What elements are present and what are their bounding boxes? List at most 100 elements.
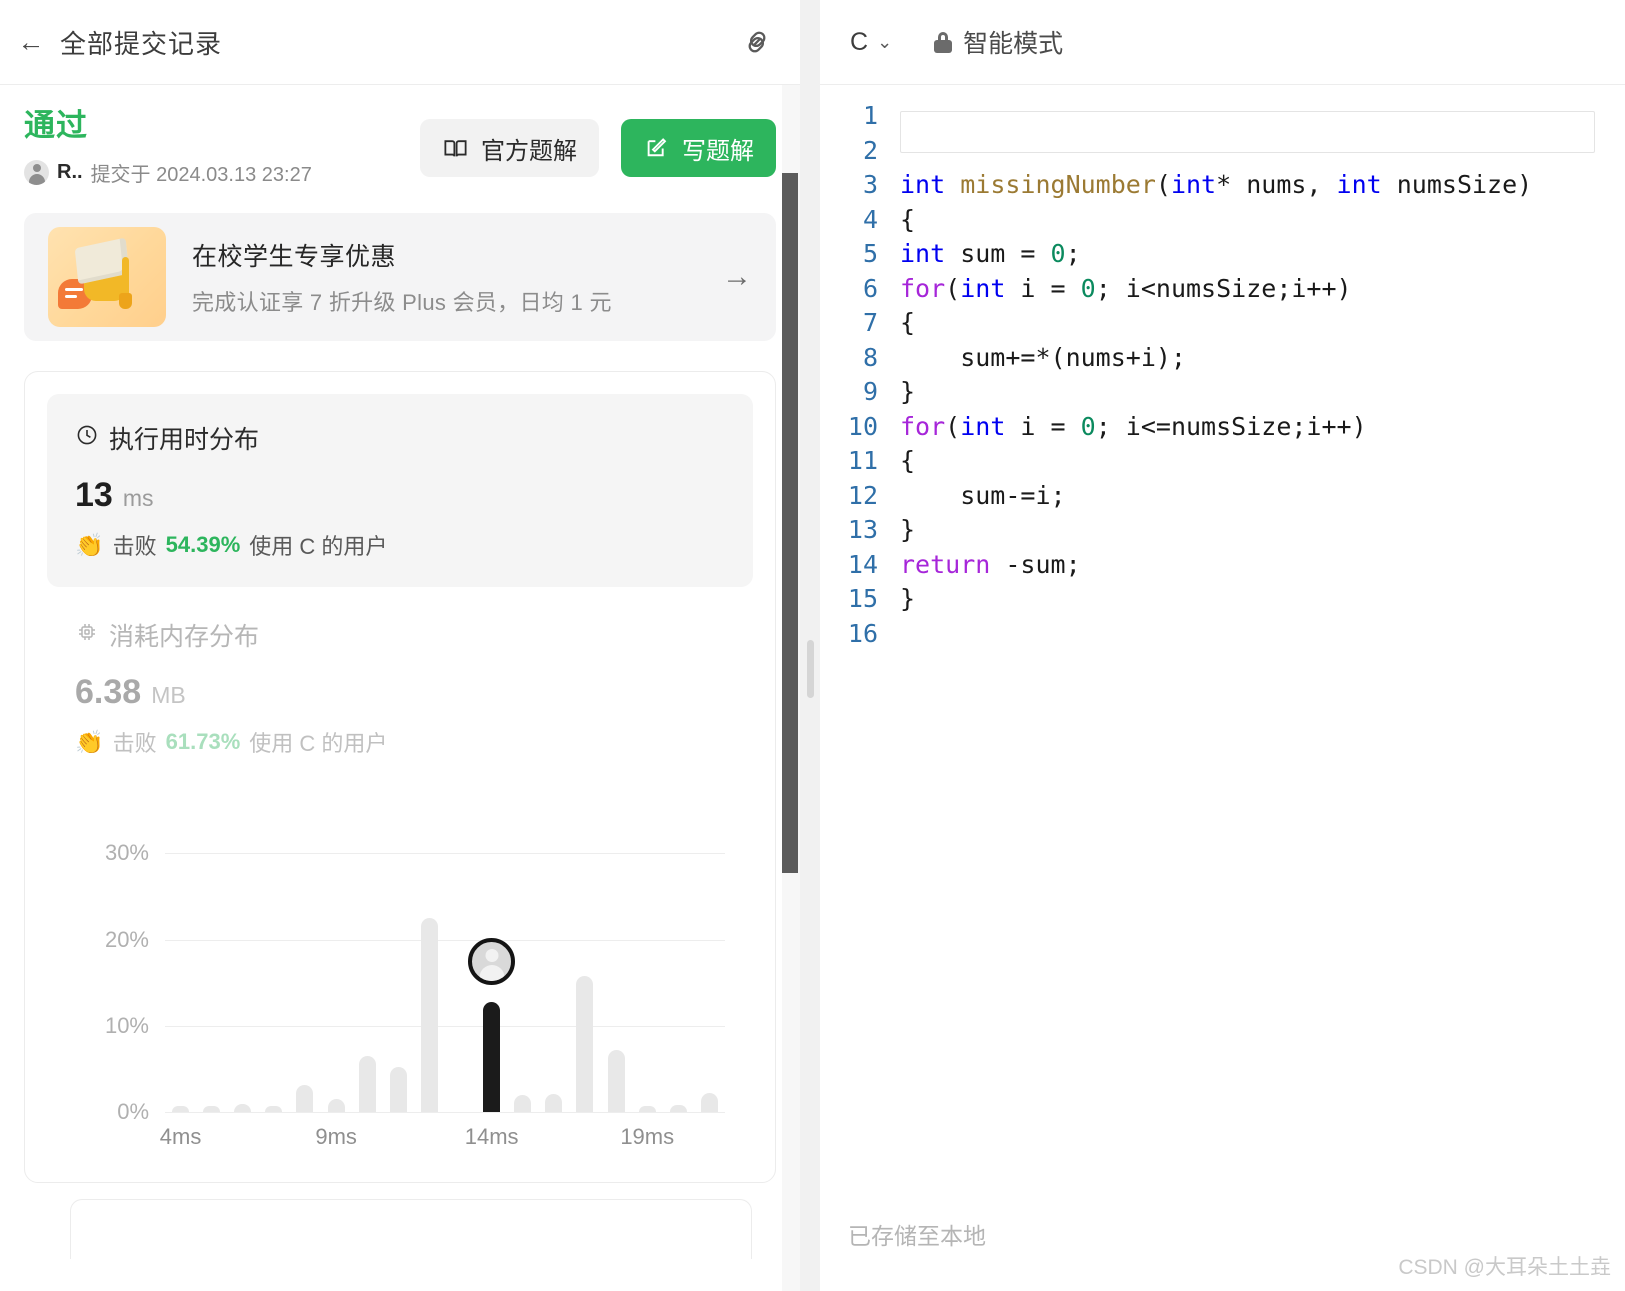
clock-icon [75, 423, 99, 454]
code-line[interactable]: 3 int missingNumber(int* nums, int numsSi… [820, 168, 1625, 203]
code-line[interactable]: 7{ [820, 306, 1625, 341]
line-number: 3 [862, 170, 878, 199]
editor-toolbar: C ⌄ 智能模式 [820, 0, 1625, 85]
chart-bar [669, 1105, 687, 1113]
runtime-unit: ms [122, 485, 154, 512]
memory-heading: 消耗内存分布 [75, 617, 727, 653]
back-arrow-icon[interactable]: ← [14, 25, 48, 59]
code-line[interactable]: 14 return -sum; [820, 548, 1625, 583]
chart-bar-slot[interactable] [165, 810, 196, 1113]
link-icon[interactable] [740, 25, 774, 59]
line-number: 5 [862, 239, 878, 268]
line-number: 11 [847, 446, 878, 475]
chart-bar [389, 1067, 407, 1113]
code-text: sum-=i; [900, 480, 1066, 510]
smart-mode-toggle[interactable]: 智能模式 [934, 24, 1063, 60]
submitter-name[interactable]: R.. [57, 161, 83, 184]
right-scrollbar-track[interactable] [1615, 0, 1625, 1291]
panel-divider[interactable] [800, 0, 820, 1291]
language-selector[interactable]: C ⌄ [844, 24, 898, 61]
runtime-beat-percent: 54.39% [165, 532, 241, 558]
chart-bar-slot[interactable] [321, 810, 352, 1113]
code-line[interactable]: 9} [820, 375, 1625, 410]
chart-bar-slot[interactable] [227, 810, 258, 1113]
chart-bar-highlighted [483, 1001, 501, 1113]
code-text: } [900, 584, 916, 613]
code-line[interactable]: 11 { [820, 444, 1625, 479]
code-line[interactable]: 4{ [820, 203, 1625, 238]
code-line[interactable]: 1 [820, 99, 1625, 154]
distribution-chart[interactable]: 30% 20% 10% 0% 4ms 9ms 14ms 19ms [47, 790, 753, 1160]
line-number: 1 [862, 101, 878, 130]
status-row: 通过 R.. 提交于 2024.03.13 23:27 官方题解 写题解 [24, 85, 776, 187]
code-line[interactable]: 15} [820, 582, 1625, 617]
chart-bar-slot[interactable] [538, 810, 569, 1113]
chart-bar-slot[interactable] [569, 810, 600, 1113]
book-icon [442, 135, 469, 162]
line-number: 13 [847, 515, 878, 544]
chart-bar-slot[interactable] [289, 810, 320, 1113]
banner-subtitle: 完成认证享 7 折升级 Plus 会员，日均 1 元 [192, 290, 612, 316]
chart-bar-slot[interactable] [383, 810, 414, 1113]
status-left: 通过 R.. 提交于 2024.03.13 23:27 [24, 107, 420, 187]
panel-header: ← 全部提交记录 [0, 0, 800, 85]
code-text: } [900, 515, 916, 544]
line-number: 6 [862, 273, 878, 303]
clap-icon: 👏 [75, 728, 104, 755]
memory-beat-percent: 61.73% [165, 729, 241, 755]
code-text: { [900, 204, 916, 234]
x-axis-tick-label: 4ms [159, 1124, 202, 1150]
editor-footer: 已存储至本地 CSDN @大耳朵土土垚 [820, 1191, 1625, 1291]
chart-bar-slot[interactable] [632, 810, 663, 1113]
memory-beat-suffix: 使用 C 的用户 [249, 731, 388, 757]
smart-mode-label: 智能模式 [963, 30, 1064, 58]
memory-beat: 👏 击败 61.73% 使用 C 的用户 [75, 726, 727, 758]
divider-grip[interactable] [807, 640, 814, 698]
line-number: 7 [862, 308, 878, 337]
saved-status: 已存储至本地 [848, 1223, 986, 1249]
code-text: for(int i = 0; i<=numsSize;i++) [900, 411, 1367, 441]
line-number: 9 [862, 377, 878, 406]
code-line[interactable]: 6 for(int i = 0; i<numsSize;i++) [820, 272, 1625, 307]
official-solution-label: 官方题解 [481, 137, 577, 165]
code-text: { [900, 308, 916, 337]
chart-bar-slot[interactable] [694, 810, 725, 1113]
page-title: 全部提交记录 [60, 28, 223, 59]
chart-bar [296, 1084, 314, 1113]
chart-bar-slot[interactable] [258, 810, 289, 1113]
left-scrollbar-track[interactable] [782, 85, 800, 1291]
banner-text: 在校学生专享优惠 完成认证享 7 折升级 Plus 会员，日均 1 元 [192, 237, 712, 317]
arrow-right-icon[interactable]: → [722, 260, 752, 294]
chart-bar-slot[interactable] [414, 810, 445, 1113]
code-area[interactable]: 1 2 3 int missingNumber(int* nums, int nums… [820, 85, 1625, 1291]
write-solution-label: 写题解 [682, 137, 754, 165]
chart-bar-slot[interactable] [352, 810, 383, 1113]
runtime-beat: 👏 击败 54.39% 使用 C 的用户 [75, 529, 727, 561]
memory-metric[interactable]: 消耗内存分布 6.38 MB 👏 击败 61.73% 使用 C 的用户 [47, 587, 753, 764]
line-number: 16 [847, 618, 878, 648]
code-text: int sum = 0; [900, 239, 1081, 268]
official-solution-button[interactable]: 官方题解 [420, 119, 599, 177]
left-scrollbar-thumb[interactable] [782, 173, 798, 873]
y-axis-tick-label: 10% [104, 1012, 149, 1038]
code-text: } [900, 377, 916, 406]
chart-bar [265, 1106, 283, 1113]
write-solution-button[interactable]: 写题解 [621, 119, 776, 177]
chart-bar-slot[interactable] [196, 810, 227, 1113]
code-line[interactable]: 12 sum-=i; [820, 479, 1625, 514]
pencil-icon [643, 135, 670, 162]
runtime-beat-prefix: 击败 [112, 534, 157, 560]
chart-bar-slot[interactable] [601, 810, 632, 1113]
banner-title: 在校学生专享优惠 [192, 243, 397, 272]
code-line[interactable]: 5 int sum = 0; [820, 237, 1625, 272]
code-line[interactable]: 10 for(int i = 0; i<=numsSize;i++) [820, 410, 1625, 445]
chart-bar-slot[interactable] [663, 810, 694, 1113]
x-axis-tick-label: 9ms [315, 1124, 357, 1150]
code-line[interactable]: 16 [820, 617, 1625, 652]
student-promo-banner[interactable]: 在校学生专享优惠 完成认证享 7 折升级 Plus 会员，日均 1 元 → [24, 213, 776, 342]
code-line[interactable]: 13} [820, 513, 1625, 548]
y-axis-tick-label: 20% [104, 926, 149, 952]
status-badge: 通过 [24, 108, 88, 143]
code-line[interactable]: 8 sum+=*(nums+i); [820, 341, 1625, 376]
runtime-metric[interactable]: 执行用时分布 13 ms 👏 击败 54.39% 使用 C 的用户 [47, 394, 753, 588]
